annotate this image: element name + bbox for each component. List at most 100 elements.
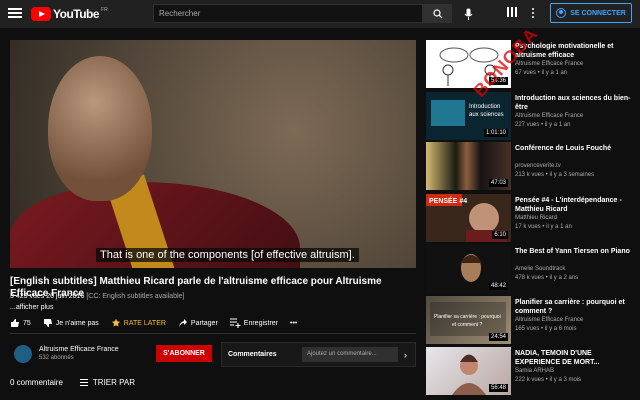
video-duration: 6:10: [492, 231, 508, 239]
recommendation-title[interactable]: Conférence de Louis Fouché: [515, 144, 636, 153]
sort-button[interactable]: TRIER PAR: [79, 378, 135, 387]
share-icon: [178, 319, 187, 327]
comment-count: 0 commentaire: [10, 378, 63, 387]
search-button[interactable]: [423, 4, 452, 23]
recommendation-channel[interactable]: Altruisme Efficace France: [515, 113, 583, 119]
channel-name[interactable]: Altruisme Efficace France: [39, 346, 119, 353]
account-icon: [556, 8, 567, 18]
recommendation-meta: 67 vues • il y a 1 an: [515, 70, 568, 76]
video-scene-person: [48, 56, 152, 201]
recommendation-item[interactable]: Planifier sa carrière : pourquoi et comme…: [426, 296, 636, 344]
like-count: 75: [23, 319, 31, 327]
youtube-logo[interactable]: YouTube FR: [31, 6, 108, 22]
video-metadata: 3 423 vues 20 juin 2016 [CC: English sub…: [10, 293, 184, 300]
video-duration: 24:54: [488, 333, 508, 341]
svg-text:PENSÉE #4: PENSÉE #4: [429, 196, 467, 205]
recommendations-sidebar: 54:36 Psychologie motivationelle et altr…: [426, 40, 636, 400]
share-label: Partager: [190, 319, 218, 327]
rate-later-button[interactable]: RATE LATER: [111, 318, 166, 328]
hamburger-menu-icon[interactable]: [8, 6, 22, 20]
rate-later-label: RATE LATER: [123, 319, 166, 327]
video-duration: 56:48: [488, 384, 508, 392]
recommendation-channel[interactable]: Altruisme Efficace France: [515, 317, 583, 323]
publish-date: 20 juin 2016: [46, 293, 85, 300]
video-thumbnail[interactable]: 56:48: [426, 347, 511, 395]
comments-title: Commentaires: [228, 351, 277, 358]
video-tags[interactable]: [CC: English subtitles available]: [86, 293, 184, 300]
apps-icon[interactable]: [506, 7, 518, 19]
recommendation-title[interactable]: NADIA, TEMOIN D'UNE EXPERIENCE DE MORT..…: [515, 349, 636, 367]
thumbs-down-icon: [43, 319, 52, 327]
recommendation-channel[interactable]: Altruisme Efficace France: [515, 61, 583, 67]
thumbs-up-icon: [11, 319, 19, 327]
svg-text:et comment ?: et comment ?: [452, 322, 483, 328]
recommendation-item[interactable]: 47:03 Conférence de Louis Fouché provenc…: [426, 142, 636, 190]
recommendation-item[interactable]: 56:48 NADIA, TEMOIN D'UNE EXPERIENCE DE …: [426, 347, 636, 395]
svg-text:Planifier sa carrière : pourqu: Planifier sa carrière : pourquoi: [434, 314, 501, 320]
show-more-link[interactable]: ...afficher plus: [10, 304, 53, 311]
channel-avatar[interactable]: [14, 345, 32, 363]
video-actions: 75 Je n'aime pas RATE LATER Partager Enr…: [10, 318, 297, 328]
search-input[interactable]: Rechercher: [153, 4, 423, 23]
sign-in-label: SE CONNECTER: [570, 9, 626, 17]
recommendation-title[interactable]: The Best of Yann Tiersen on Piano: [515, 247, 636, 256]
recommendation-channel[interactable]: Matthieu Ricard: [515, 215, 557, 221]
recommendation-channel[interactable]: Amelie Soundtrack: [515, 266, 565, 272]
comment-input[interactable]: Ajoutez un commentaire...: [302, 347, 398, 362]
video-caption: That is one of the components [of effect…: [96, 248, 359, 262]
playlist-add-icon: [229, 318, 241, 328]
video-thumbnail[interactable]: Planifier sa carrière : pourquoi et comme…: [426, 296, 511, 344]
recommendation-title[interactable]: Introduction aux sciences du bien-être: [515, 94, 636, 112]
top-navigation-bar: YouTube FR Rechercher SE CONNECTER: [0, 0, 640, 28]
comments-panel: Commentaires Ajoutez un commentaire... ›: [221, 342, 416, 367]
recommendation-channel[interactable]: provenceverite.tv: [515, 163, 561, 169]
sort-label: TRIER PAR: [92, 378, 135, 387]
comments-toolbar: 0 commentaire TRIER PAR: [10, 378, 135, 387]
video-thumbnail[interactable]: PENSÉE #4 6:10: [426, 194, 511, 242]
recommendation-meta: 478 k vues • il y a 2 ans: [515, 275, 579, 281]
divider: [10, 333, 416, 334]
video-thumbnail[interactable]: 47:03: [426, 142, 511, 190]
recommendation-item[interactable]: 48:42 The Best of Yann Tiersen on Piano …: [426, 245, 636, 293]
svg-text:aux sciences: aux sciences: [469, 112, 504, 118]
share-button[interactable]: Partager: [178, 318, 218, 328]
view-count: 3 423 vues: [10, 293, 45, 300]
recommendation-title[interactable]: Pensée #4 - L'interdépendance - Matthieu…: [515, 196, 636, 214]
recommendation-meta: 227 vues • il y a 1 an: [515, 122, 571, 128]
country-code: FR: [101, 7, 108, 13]
star-icon: [111, 318, 120, 327]
channel-card: Altruisme Efficace France 532 abonnés S'…: [10, 343, 215, 367]
more-options-icon[interactable]: [527, 5, 539, 21]
youtube-play-icon: [31, 7, 51, 21]
video-duration: 47:03: [488, 179, 508, 187]
recommendation-meta: 213 k vues • il y a 3 semaines: [515, 172, 595, 178]
sign-in-button[interactable]: SE CONNECTER: [550, 3, 632, 23]
voice-search-button[interactable]: [460, 5, 477, 22]
recommendation-meta: 17 k vues • il y a 1 an: [515, 224, 572, 230]
recommendation-meta: 222 k vues • il y a 3 mois: [515, 377, 582, 383]
video-duration: 48:42: [488, 282, 508, 290]
recommendation-meta: 165 vues • il y a 6 mois: [515, 326, 577, 332]
video-thumbnail[interactable]: Introduction aux sciences 1:01:10: [426, 92, 511, 140]
svg-text:Introduction: Introduction: [469, 104, 500, 110]
video-duration: 1:01:10: [483, 129, 508, 137]
subscribe-button[interactable]: S'ABONNER: [156, 345, 212, 362]
dislike-button[interactable]: Je n'aime pas: [43, 318, 99, 328]
video-player[interactable]: That is one of the components [of effect…: [10, 40, 416, 268]
expand-comments-icon[interactable]: ›: [404, 350, 407, 360]
recommendation-item[interactable]: Introduction aux sciences 1:01:10 Introdu…: [426, 92, 636, 140]
more-actions-icon[interactable]: •••: [290, 320, 297, 327]
recommendation-title[interactable]: Planifier sa carrière : pourquoi et comm…: [515, 298, 636, 316]
microphone-icon: [464, 8, 473, 20]
video-thumbnail[interactable]: 48:42: [426, 245, 511, 293]
search-icon: [432, 8, 442, 18]
like-button[interactable]: 75: [10, 318, 31, 328]
subscriber-count: 532 abonnés: [39, 355, 74, 361]
recommendation-channel[interactable]: Samia ARHAB: [515, 368, 554, 374]
save-button[interactable]: Enregistrer: [229, 318, 279, 328]
dislike-label: Je n'aime pas: [55, 319, 99, 327]
logo-text: YouTube: [53, 7, 100, 21]
save-label: Enregistrer: [243, 319, 279, 327]
recommendation-item[interactable]: PENSÉE #4 6:10 Pensée #4 - L'interdépend…: [426, 194, 636, 242]
sort-icon: [79, 379, 88, 386]
